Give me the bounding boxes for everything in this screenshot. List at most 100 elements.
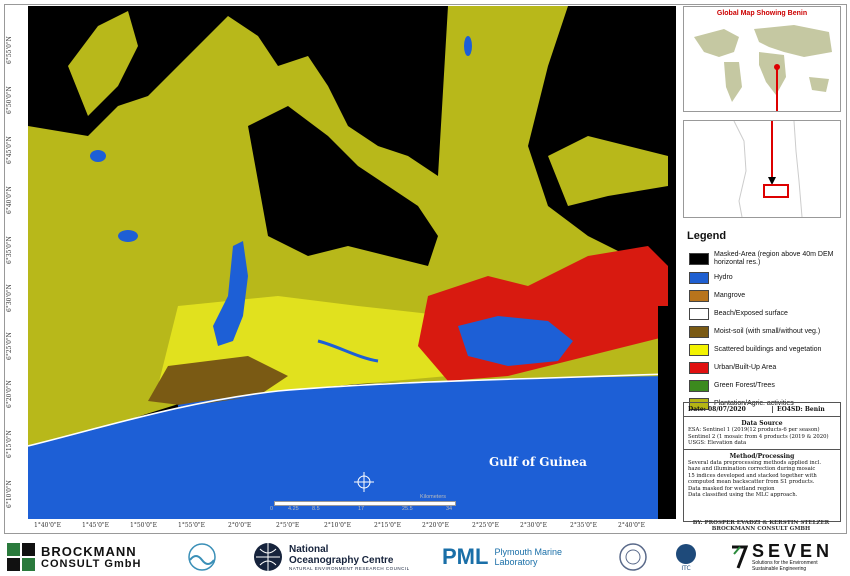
world-map-icon xyxy=(694,25,832,111)
seal-icon xyxy=(619,543,647,571)
global-map: Global Map Showing Benin xyxy=(683,6,841,112)
lon-label: 1°40'0"E xyxy=(34,522,62,529)
date-label: Date: 08/07/2020 xyxy=(684,406,773,413)
small-lake-2 xyxy=(118,230,138,242)
scale-bar: 0 4.25 8.5 17 25.5 34 Kilometers xyxy=(270,494,458,517)
pml-mark: PML xyxy=(442,544,489,569)
legend-title: Legend xyxy=(687,230,727,242)
legend-swatch xyxy=(689,379,709,392)
inset-map-canvas xyxy=(733,120,803,218)
legend-label: Masked-Area (region above 40m DEM horizo… xyxy=(714,251,834,266)
legend-swatch xyxy=(689,343,709,356)
scale-tick: 17 xyxy=(358,506,365,512)
seven-name: SEVEN xyxy=(752,541,834,561)
legend-item: Mangrove xyxy=(689,289,841,302)
plantation-arm-left xyxy=(68,11,138,116)
masked-area-2 xyxy=(568,26,668,126)
info-header: Date: 08/07/2020 EO4SD: Benin xyxy=(684,403,840,417)
small-lake-1 xyxy=(90,150,106,162)
legend-label: Moist-soil (with small/without veg.) xyxy=(714,327,821,335)
university-seal xyxy=(618,540,648,574)
pml-logo: PML Plymouth Marine Laboratory xyxy=(442,540,562,574)
lon-label: 1°50'0"E xyxy=(130,522,158,529)
legend: Legend Masked-Area (region above 40m DEM… xyxy=(683,228,841,410)
lon-label: 2°5'0"E xyxy=(276,522,300,529)
seven-mark-icon xyxy=(732,545,748,569)
lat-label: 6°35'0"N xyxy=(6,236,13,264)
noc-sub: NATURAL ENVIRONMENT RESEARCH COUNCIL xyxy=(289,565,410,571)
scale-unit: Kilometers xyxy=(420,494,446,500)
legend-label: Scattered buildings and vegetation xyxy=(714,345,822,353)
noc-name-2: Oceanography Centre xyxy=(289,554,394,566)
small-lake-3 xyxy=(464,36,472,56)
project-label: EO4SD: Benin xyxy=(777,406,825,413)
method-line: Data classified using the MLC approach. xyxy=(688,492,798,498)
legend-item: Moist-soil (with small/without veg.) xyxy=(689,325,841,338)
noc-logo: National Oceanography Centre NATURAL ENV… xyxy=(252,540,410,574)
lat-label: 6°55'0"N xyxy=(6,36,13,64)
legend-item: Hydro xyxy=(689,271,841,284)
lon-label: 2°10'0"E xyxy=(324,522,352,529)
legend-label: Beach/Exposed surface xyxy=(714,309,788,317)
lat-label: 6°40'0"N xyxy=(6,186,13,214)
partner-logo xyxy=(178,540,226,574)
brockmann-name: BROCKMANN xyxy=(41,543,137,559)
legend-label: Green Forest/Trees xyxy=(714,381,775,389)
lat-label: 6°50'0"N xyxy=(6,86,13,114)
brockmann-logo: BROCKMANN CONSULT GmbH xyxy=(6,540,141,574)
plantation-arm-right xyxy=(548,136,668,206)
lon-label: 1°45'0"E xyxy=(82,522,110,529)
scale-tick: 34 xyxy=(446,506,453,512)
lon-label: 2°40'0"E xyxy=(618,522,646,529)
north-arrow-icon xyxy=(354,472,374,492)
lon-label: 2°20'0"E xyxy=(422,522,450,529)
legend-swatch xyxy=(689,361,709,374)
pml-name-2: Laboratory xyxy=(494,557,538,567)
footer-logos: BROCKMANN CONSULT GmbH National Oceanogr… xyxy=(0,536,850,576)
lon-label: 2°25'0"E xyxy=(472,522,500,529)
data-source-line: ESA: Sentinel 1 (2019(12 products-6 per … xyxy=(688,427,820,433)
lat-label: 6°15'0"N xyxy=(6,430,13,458)
legend-swatch xyxy=(689,307,709,320)
method-title: Method/Processing xyxy=(729,452,795,460)
side-panel: Global Map Showing Benin Legend Masked-A… xyxy=(680,6,842,532)
masked-edge xyxy=(658,306,676,519)
svg-text:ITC: ITC xyxy=(681,565,690,572)
data-source-line: USGS: Elevation data xyxy=(688,440,747,446)
scale-tick: 0 xyxy=(270,506,274,512)
legend-item: Green Forest/Trees xyxy=(689,379,841,392)
legend-swatch xyxy=(689,252,709,265)
lat-label: 6°20'0"N xyxy=(6,380,13,408)
legend-swatch xyxy=(689,325,709,338)
land-cover-map xyxy=(28,6,676,519)
scale-tick: 8.5 xyxy=(312,506,320,512)
map-canvas xyxy=(28,6,676,519)
legend-label: Urban/Built-Up Area xyxy=(714,363,777,371)
gulf-label: Gulf of Guinea xyxy=(489,455,587,469)
wave-logo-icon xyxy=(188,543,216,571)
data-source-title: Data Source xyxy=(741,420,783,427)
scale-tick: 4.25 xyxy=(288,506,299,512)
authors: BY: PROSPER EVADZI & KERSTIN STELZER BRO… xyxy=(692,520,830,532)
legend-item: Beach/Exposed surface xyxy=(689,307,841,320)
itc-logo: ITC xyxy=(672,540,700,574)
legend-item: Masked-Area (region above 40m DEM horizo… xyxy=(689,251,841,266)
brockmann-sub: CONSULT GmbH xyxy=(41,557,142,570)
noc-globe-icon xyxy=(254,543,282,571)
legend-label: Hydro xyxy=(714,273,733,281)
legend-label: Mangrove xyxy=(714,291,746,299)
lon-label: 2°0'0"E xyxy=(228,522,252,529)
info-box: Date: 08/07/2020 EO4SD: Benin Data Sourc… xyxy=(683,402,841,522)
lon-label: 2°15'0"E xyxy=(374,522,402,529)
legend-item: Urban/Built-Up Area xyxy=(689,361,841,374)
seven-sub-2: Sustainable Engineering xyxy=(752,566,807,572)
legend-item: Scattered buildings and vegetation xyxy=(689,343,841,356)
lat-label: 6°25'0"N xyxy=(6,332,13,360)
lat-label: 6°10'0"N xyxy=(6,480,13,508)
scale-tick: 25.5 xyxy=(402,506,413,512)
seven-logo: SEVEN Solutions for the Environment Sust… xyxy=(730,540,833,574)
itc-icon: ITC xyxy=(676,544,696,572)
brockmann-mark-icon xyxy=(7,543,35,571)
lon-label: 2°35'0"E xyxy=(570,522,598,529)
legend-swatch xyxy=(689,271,709,284)
